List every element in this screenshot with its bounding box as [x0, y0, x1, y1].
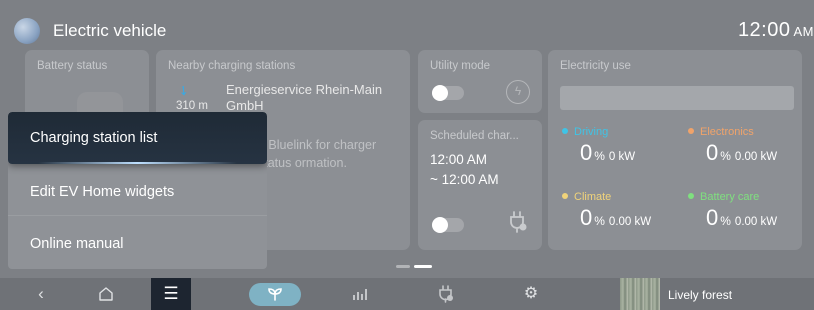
page-indicator-1[interactable] — [396, 265, 410, 268]
bottom-bar: ‹ ☰ ⚙ Lively forest — [0, 278, 814, 310]
menu-icon: ☰ — [163, 284, 179, 303]
legend-dot — [562, 128, 568, 134]
metric-label: Battery care — [688, 191, 759, 203]
toggle-knob — [432, 85, 448, 101]
metric-unit: % — [720, 214, 731, 228]
metric-value: 0% 0.00 kW — [706, 205, 777, 231]
bluelink-message: e Bluelink for charger status ormation. — [258, 138, 377, 170]
plug-icon — [439, 285, 453, 303]
metric-kw: 0.00 kW — [608, 216, 652, 228]
widget-title: Battery status — [37, 60, 108, 72]
leaf-icon — [268, 288, 282, 301]
legend-dot — [688, 128, 694, 134]
metric-kw: 0.00 kW — [734, 216, 778, 228]
plug-icon — [510, 211, 527, 233]
schedule-start-time: 12:00 AM — [430, 152, 488, 167]
metric-unit: % — [720, 149, 731, 163]
electricity-usage-bar — [560, 86, 794, 110]
menu-item-charging-station-list[interactable]: Charging station list — [8, 112, 267, 164]
legend-dot — [562, 193, 568, 199]
metric-number: 0 — [706, 205, 719, 230]
legend-dot — [688, 193, 694, 199]
metric-unit: % — [594, 149, 605, 163]
metric-label: Driving — [562, 126, 608, 138]
utility-mode-widget[interactable]: Utility mode ϟ — [418, 50, 542, 113]
media-thumbnail[interactable] — [620, 278, 660, 310]
clock: 12:00 AM — [738, 19, 814, 42]
page-title: Electric vehicle — [53, 21, 167, 40]
menu-item-label: Online manual — [30, 236, 124, 252]
metric-label-text: Climate — [574, 191, 612, 203]
metric-value: 0% 0.00 kW — [580, 205, 651, 231]
menu-item-label: Charging station list — [30, 130, 158, 146]
metric-label: Electronics — [688, 126, 754, 138]
direction-arrow-icon: ➘ — [174, 81, 193, 100]
gear-icon: ⚙ — [523, 285, 539, 302]
lightning-icon: ϟ — [506, 80, 530, 104]
clock-time: 12:00 — [737, 19, 791, 41]
metric-label-text: Electronics — [700, 126, 754, 138]
ev-screen: Electric vehicle 12:00 AM Battery status … — [0, 0, 814, 310]
station-name: Energieservice Rhein-Main GmbH — [226, 82, 383, 113]
metric-unit: % — [594, 214, 605, 228]
utility-mode-toggle[interactable] — [432, 85, 464, 101]
station-distance: 310 m — [176, 100, 208, 112]
toggle-knob — [432, 217, 448, 233]
media-title[interactable]: Lively forest — [668, 288, 732, 302]
metric-kw: 0.00 kW — [734, 151, 778, 163]
scheduled-charging-widget[interactable]: Scheduled char... 12:00 AM ~ 12:00 AM — [418, 120, 542, 250]
home-button[interactable] — [93, 278, 119, 310]
ev-eco-button[interactable] — [249, 283, 301, 306]
widget-title: Nearby charging stations — [168, 60, 296, 72]
widget-title: Scheduled char... — [430, 130, 519, 142]
menu-item-edit-ev-home-widgets[interactable]: Edit EV Home widgets — [8, 164, 267, 216]
metric-kw: 0 kW — [608, 151, 636, 163]
menu-item-label: Edit EV Home widgets — [30, 184, 175, 200]
metric-number: 0 — [706, 140, 719, 165]
metric-value: 0% 0 kW — [580, 140, 635, 166]
schedule-end-time: ~ 12:00 AM — [430, 172, 499, 187]
menu-button[interactable]: ☰ — [151, 278, 191, 310]
page-indicator-2-active[interactable] — [414, 265, 432, 268]
electricity-use-widget[interactable]: Electricity use Driving 0% 0 kW Electroni… — [548, 50, 802, 250]
widget-title: Electricity use — [560, 60, 631, 72]
metric-label: Climate — [562, 191, 611, 203]
metric-label-text: Driving — [574, 126, 609, 138]
charging-button[interactable] — [436, 278, 456, 310]
metric-value: 0% 0.00 kW — [706, 140, 777, 166]
home-icon — [99, 287, 113, 301]
scheduled-charging-toggle[interactable] — [432, 217, 464, 233]
clock-ampm: AM — [793, 24, 814, 39]
settings-button[interactable]: ⚙ — [521, 278, 541, 310]
popup-menu: Charging station list Edit EV Home widge… — [8, 112, 267, 269]
bar-chart-icon — [353, 289, 367, 300]
metric-number: 0 — [580, 140, 593, 165]
metric-number: 0 — [580, 205, 593, 230]
energy-chart-button[interactable] — [350, 278, 370, 310]
widget-title: Utility mode — [430, 60, 491, 72]
ev-app-icon — [14, 18, 40, 44]
back-chevron-icon: ‹ — [38, 284, 44, 303]
header: Electric vehicle 12:00 AM — [0, 10, 814, 50]
menu-item-online-manual[interactable]: Online manual — [8, 217, 267, 269]
back-button[interactable]: ‹ — [28, 278, 54, 310]
metric-label-text: Battery care — [700, 191, 760, 203]
